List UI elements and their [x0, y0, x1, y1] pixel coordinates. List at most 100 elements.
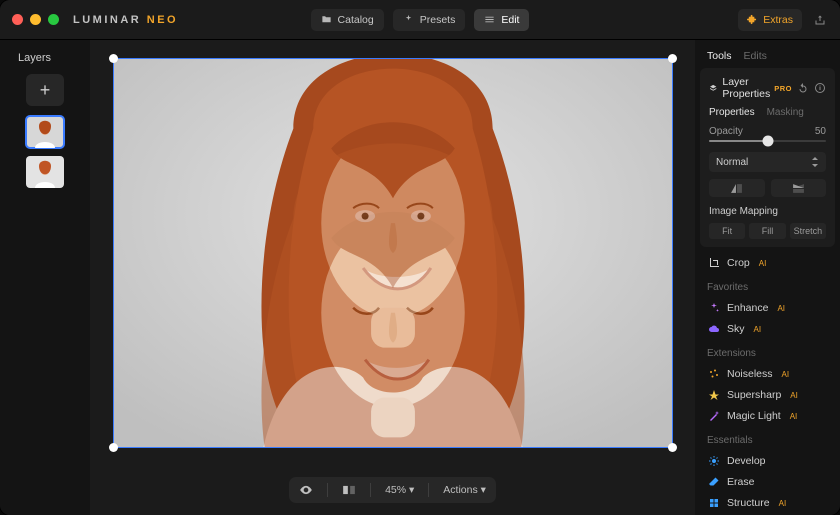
pro-badge: PRO [774, 84, 792, 93]
traffic-lights [12, 14, 59, 25]
crop-icon [708, 257, 720, 269]
puzzle-icon [747, 14, 758, 25]
flip-h-icon [730, 183, 743, 194]
add-layer-button[interactable]: + [26, 74, 64, 106]
develop-icon [708, 455, 720, 467]
sparkles-icon [708, 302, 720, 314]
zoom-dropdown[interactable]: 45% ▾ [385, 484, 414, 496]
mapping-stretch[interactable]: Stretch [790, 223, 826, 239]
tool-crop-label: Crop [727, 257, 750, 269]
zoom-window-button[interactable] [48, 14, 59, 25]
edit-label: Edit [501, 14, 519, 26]
actions-label: Actions ▾ [443, 484, 486, 496]
opacity-slider[interactable] [709, 140, 826, 142]
tool-enhance[interactable]: EnhanceAI [707, 302, 828, 314]
tool-crop[interactable]: CropAI [707, 257, 828, 269]
tool-structure-label: Structure [727, 497, 770, 509]
undo-icon [797, 82, 809, 94]
noise-icon [708, 368, 720, 380]
tool-develop-label: Develop [727, 455, 766, 467]
layer-thumb-1[interactable] [26, 116, 64, 148]
canvas-toolbar: 45% ▾ Actions ▾ [289, 477, 496, 503]
transform-handle-br[interactable] [668, 443, 677, 452]
tool-list: CropAI Favorites EnhanceAI SkyAI Extensi… [695, 255, 840, 515]
extras-label: Extras [763, 14, 793, 26]
tool-enhance-label: Enhance [727, 302, 768, 314]
presets-label: Presets [420, 14, 456, 26]
share-button[interactable] [812, 12, 828, 28]
zoom-label: 45% ▾ [385, 484, 414, 496]
structure-icon [708, 497, 720, 509]
flip-v-icon [792, 183, 805, 194]
flip-horizontal-button[interactable] [709, 179, 765, 197]
share-icon [814, 14, 826, 26]
canvas[interactable] [113, 58, 673, 448]
extras-button[interactable]: Extras [738, 9, 802, 31]
info-icon [814, 82, 826, 94]
right-panel: Tools Edits Layer Properties PRO Properti… [695, 40, 840, 515]
flip-vertical-button[interactable] [771, 179, 827, 197]
transform-handle-bl[interactable] [109, 443, 118, 452]
mapping-fit[interactable]: Fit [709, 223, 745, 239]
tool-erase-label: Erase [727, 476, 754, 488]
right-panel-tabs: Tools Edits [695, 40, 840, 68]
folder-icon [321, 14, 332, 25]
info-button[interactable] [814, 80, 826, 96]
tool-develop[interactable]: Develop [707, 455, 828, 467]
panel-title: Layer Properties [722, 76, 770, 100]
canvas-area: 45% ▾ Actions ▾ [90, 40, 695, 515]
catalog-tab[interactable]: Catalog [311, 9, 384, 31]
transform-handle-tl[interactable] [109, 54, 118, 63]
overlay-image [114, 59, 672, 447]
transform-handle-tr[interactable] [668, 54, 677, 63]
opacity-value: 50 [815, 126, 826, 137]
tool-magiclight-label: Magic Light [727, 410, 781, 422]
tools-tab[interactable]: Tools [707, 50, 732, 62]
section-essentials: Essentials [707, 435, 828, 446]
sharp-icon [708, 389, 720, 401]
edits-tab[interactable]: Edits [744, 50, 767, 62]
actions-dropdown[interactable]: Actions ▾ [443, 484, 486, 496]
wand-icon [708, 410, 720, 422]
reset-button[interactable] [797, 80, 809, 96]
chevron-updown-icon [811, 157, 819, 167]
masking-subtab[interactable]: Masking [767, 107, 804, 118]
blend-mode-label: Normal [716, 157, 748, 168]
sparkle-icon [403, 14, 414, 25]
tool-supersharp[interactable]: SupersharpAI [707, 389, 828, 401]
main-body: Layers + [0, 40, 840, 515]
titlebar: LUMINAR NEO Catalog Presets Edit Extras [0, 0, 840, 40]
tool-erase[interactable]: Erase [707, 476, 828, 488]
visibility-toggle[interactable] [299, 483, 313, 497]
sliders-icon [484, 14, 495, 25]
blend-mode-select[interactable]: Normal [709, 152, 826, 172]
compare-icon [342, 484, 356, 496]
tool-structure[interactable]: StructureAI [707, 497, 828, 509]
tool-supersharp-label: Supersharp [727, 389, 781, 401]
app-logo: LUMINAR NEO [73, 14, 178, 26]
section-extensions: Extensions [707, 348, 828, 359]
minimize-window-button[interactable] [30, 14, 41, 25]
app-window: LUMINAR NEO Catalog Presets Edit Extras [0, 0, 840, 515]
tool-sky[interactable]: SkyAI [707, 323, 828, 335]
image-mapping-segment: Fit Fill Stretch [709, 223, 826, 239]
layers-icon [709, 82, 717, 94]
mapping-fill[interactable]: Fill [749, 223, 785, 239]
tool-magiclight[interactable]: Magic LightAI [707, 410, 828, 422]
opacity-label: Opacity [709, 126, 743, 137]
erase-icon [708, 476, 720, 488]
layers-panel: Layers + [0, 40, 90, 515]
catalog-label: Catalog [338, 14, 374, 26]
tool-noiseless[interactable]: NoiselessAI [707, 368, 828, 380]
edit-tab[interactable]: Edit [474, 9, 529, 31]
eye-icon [299, 483, 313, 497]
presets-tab[interactable]: Presets [393, 9, 466, 31]
cloud-icon [708, 323, 720, 335]
close-window-button[interactable] [12, 14, 23, 25]
layer-thumb-2[interactable] [26, 156, 64, 188]
image-mapping-label: Image Mapping [709, 206, 826, 217]
compare-toggle[interactable] [342, 484, 356, 496]
tool-noiseless-label: Noiseless [727, 368, 773, 380]
properties-subtab[interactable]: Properties [709, 107, 755, 118]
section-favorites: Favorites [707, 282, 828, 293]
